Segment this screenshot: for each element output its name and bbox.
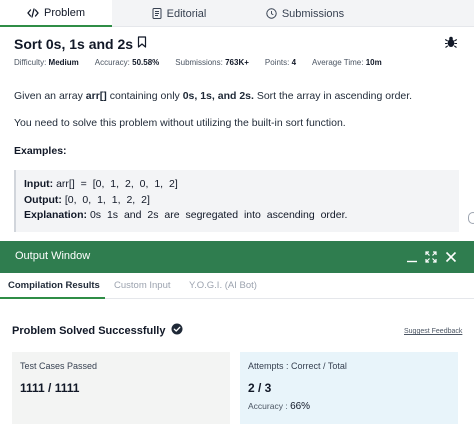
expand-icon[interactable]	[423, 249, 439, 265]
example-explanation: Explanation: 0s 1s and 2s are segregated…	[24, 209, 348, 221]
active-tab-indicator	[0, 297, 105, 299]
accuracy-value: 66%	[290, 401, 311, 412]
example-input: Input: arr[] = [0, 1, 2, 0, 1, 2]	[24, 178, 178, 190]
output-window-title: Output Window	[15, 250, 91, 262]
meta-average-time: Average Time: 10m	[312, 58, 382, 67]
tab-problem-label: Problem	[44, 6, 85, 19]
problem-description: Given an array arr[] containing only 0s,…	[14, 90, 413, 102]
attempts-label: Attempts : Correct / Total	[248, 361, 347, 371]
output-window-header: Output Window	[0, 241, 474, 273]
minimize-icon[interactable]	[404, 249, 420, 265]
output-window: Output Window Compilation Results Custom…	[0, 241, 474, 424]
tab-submissions[interactable]: Submissions	[240, 0, 370, 27]
result-status-row: Problem Solved Successfully	[12, 322, 183, 340]
attempts-value: 2 / 3	[248, 381, 272, 395]
clock-icon	[266, 8, 277, 19]
tab-compilation-results[interactable]: Compilation Results	[8, 280, 100, 291]
result-status: Problem Solved Successfully	[12, 325, 166, 337]
test-cases-card: Test Cases Passed 1111 / 1111	[12, 352, 230, 424]
check-circle-icon	[171, 322, 183, 340]
meta-accuracy: Accuracy: 50.58%	[94, 58, 160, 67]
document-icon	[152, 8, 162, 19]
meta-points: Points: 4	[264, 58, 297, 67]
output-tabs: Compilation Results Custom Input Y.O.G.I…	[0, 273, 474, 299]
tab-custom-input[interactable]: Custom Input	[114, 280, 171, 291]
problem-title-row: Sort 0s, 1s and 2s	[14, 35, 147, 53]
tab-yogi-ai-bot[interactable]: Y.O.G.I. (AI Bot)	[189, 280, 257, 291]
accuracy-row: Accuracy : 66%	[248, 401, 311, 412]
example-box: Input: arr[] = [0, 1, 2, 0, 1, 2] Output…	[14, 170, 459, 232]
tab-problem[interactable]: Problem	[0, 0, 112, 27]
problem-title: Sort 0s, 1s and 2s	[14, 36, 134, 52]
bug-icon[interactable]	[444, 35, 458, 54]
meta-submissions: Submissions: 763K+	[175, 58, 249, 67]
problem-note: You need to solve this problem without u…	[14, 117, 346, 129]
example-output: Output: [0, 0, 1, 1, 2, 2]	[24, 193, 150, 206]
meta-difficulty: Difficulty: Medium	[14, 58, 79, 67]
examples-heading: Examples:	[14, 145, 67, 157]
problem-tabs: Problem Editorial Submissions	[0, 0, 474, 27]
attempts-card: Attempts : Correct / Total 2 / 3 Accurac…	[240, 352, 458, 424]
tab-submissions-label: Submissions	[281, 7, 345, 20]
close-icon[interactable]	[443, 249, 459, 265]
test-cases-value: 1111 / 1111	[20, 381, 80, 395]
scroll-handle[interactable]	[468, 212, 474, 224]
problem-meta: Difficulty: Medium Accuracy: 50.58% Subm…	[14, 58, 398, 67]
tab-editorial-label: Editorial	[166, 7, 207, 20]
code-icon	[27, 7, 39, 18]
test-cases-label: Test Cases Passed	[20, 361, 98, 371]
bookmark-icon[interactable]	[137, 35, 147, 53]
suggest-feedback-link[interactable]: Suggest Feedback	[404, 328, 462, 335]
tab-editorial[interactable]: Editorial	[120, 0, 238, 27]
